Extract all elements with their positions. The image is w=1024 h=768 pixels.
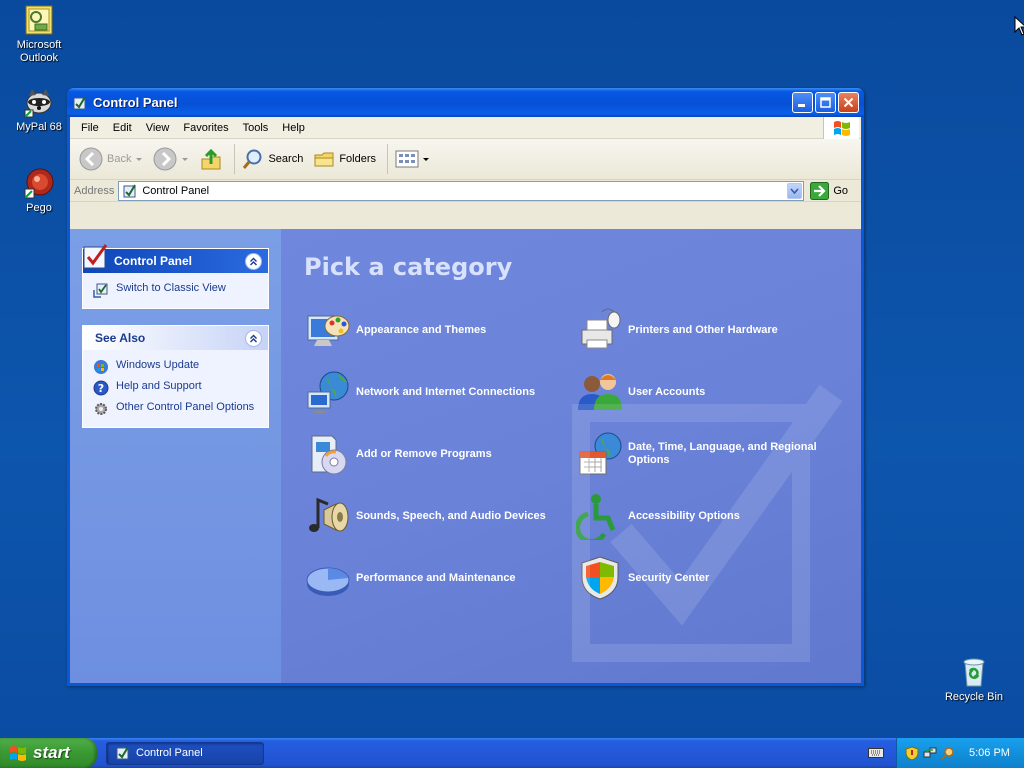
- category-add-remove-programs[interactable]: Add or Remove Programs: [304, 423, 576, 485]
- menu-view[interactable]: View: [139, 122, 177, 134]
- task-pane: Control Panel Switch to Classic View See…: [70, 229, 281, 683]
- desktop-icon-pego[interactable]: Pego: [1, 167, 77, 215]
- control-panel-window: Control Panel File Edit View Favorites T…: [67, 88, 864, 686]
- desktop-icon-mypal[interactable]: MyPal 68: [1, 86, 77, 134]
- content-area: Control Panel Switch to Classic View See…: [70, 229, 861, 683]
- window-client: File Edit View Favorites Tools Help Back…: [70, 117, 861, 683]
- windows-logo-icon: [823, 117, 859, 139]
- views-button[interactable]: [392, 147, 433, 171]
- security-shield-icon[interactable]: [905, 746, 919, 760]
- up-arrow-icon: [201, 148, 221, 170]
- appearance-themes-icon: [307, 315, 350, 346]
- views-icon: [395, 150, 419, 168]
- window-title: Control Panel: [93, 95, 178, 110]
- toolbar: Back Search Folders: [70, 139, 861, 180]
- help-icon: ?: [93, 380, 109, 396]
- back-button[interactable]: Back: [76, 145, 146, 173]
- start-button[interactable]: start: [0, 738, 97, 768]
- recycle-bin-icon: [958, 656, 990, 688]
- category-performance-maintenance[interactable]: Performance and Maintenance: [304, 547, 576, 609]
- taskbar-item-control-panel[interactable]: Control Panel: [106, 741, 264, 765]
- chevron-down-icon: [136, 158, 143, 161]
- title-bar[interactable]: Control Panel: [67, 88, 864, 117]
- address-dropdown-button[interactable]: [787, 182, 803, 199]
- keyboard-icon[interactable]: [868, 746, 884, 760]
- address-bar: Address Control Panel Go: [70, 180, 861, 202]
- close-button[interactable]: [838, 92, 859, 113]
- desktop-icon-recycle-bin[interactable]: Recycle Bin: [936, 656, 1012, 704]
- network-internet-icon: [307, 371, 349, 414]
- address-label: Address: [74, 184, 115, 197]
- minimize-button[interactable]: [792, 92, 813, 113]
- help-support-link[interactable]: ? Help and Support: [93, 380, 258, 396]
- chevron-down-icon: [182, 158, 189, 161]
- windows-update-link[interactable]: Windows Update: [93, 359, 258, 375]
- menu-bar: File Edit View Favorites Tools Help: [70, 117, 861, 139]
- system-tray: 5:06 PM: [896, 738, 1024, 768]
- windows-logo-icon: [10, 746, 26, 761]
- pego-icon: [23, 167, 55, 199]
- menu-edit[interactable]: Edit: [106, 122, 139, 134]
- panel-header-control-panel[interactable]: Control Panel: [83, 244, 268, 273]
- collapse-chevron-icon[interactable]: [245, 329, 262, 347]
- go-arrow-icon: [810, 181, 830, 200]
- control-panel-small-icon: [123, 183, 137, 197]
- menu-tools[interactable]: Tools: [236, 122, 276, 134]
- panel-header-see-also[interactable]: See Also: [83, 326, 268, 350]
- forward-arrow-icon: [153, 147, 177, 171]
- category-appearance-themes[interactable]: Appearance and Themes: [304, 299, 576, 361]
- printers-hardware-icon: [581, 308, 621, 349]
- search-icon[interactable]: [941, 746, 955, 760]
- collapse-chevron-icon[interactable]: [245, 252, 262, 270]
- control-panel-watermark-icon: [572, 384, 843, 662]
- control-panel-small-icon: [72, 95, 88, 111]
- other-control-panel-options-link[interactable]: Other Control Panel Options: [93, 401, 258, 417]
- control-panel-large-icon: [81, 241, 111, 271]
- chevron-down-icon: [423, 158, 430, 161]
- clock[interactable]: 5:06 PM: [969, 747, 1010, 759]
- classic-view-icon: [93, 283, 108, 298]
- folders-button[interactable]: Folders: [310, 146, 379, 172]
- category-network-internet[interactable]: Network and Internet Connections: [304, 361, 576, 423]
- raccoon-icon: [23, 86, 55, 118]
- network-tray-icon[interactable]: [923, 746, 937, 760]
- outlook-icon: [23, 4, 55, 36]
- up-folder-button[interactable]: [196, 145, 226, 173]
- sounds-audio-icon: [309, 497, 349, 532]
- desktop: Microsoft Outlook MyPal 68 Pego Recycle …: [0, 0, 1024, 738]
- back-arrow-icon: [79, 147, 103, 171]
- desktop-icon-outlook[interactable]: Microsoft Outlook: [1, 4, 77, 65]
- search-button[interactable]: Search: [239, 146, 306, 172]
- folders-icon: [314, 152, 334, 167]
- see-also-panel: See Also Windows Update ? Help and Suppo…: [82, 325, 269, 428]
- add-remove-programs-icon: [311, 435, 347, 475]
- address-input[interactable]: Control Panel: [118, 180, 805, 201]
- windows-update-icon: [94, 360, 108, 374]
- page-title: Pick a category: [304, 253, 513, 281]
- performance-maintenance-icon: [306, 567, 350, 596]
- search-icon: [243, 149, 262, 169]
- gear-icon: [95, 403, 107, 415]
- maximize-button[interactable]: [815, 92, 836, 113]
- control-panel-task-panel: Control Panel Switch to Classic View: [82, 244, 269, 309]
- category-view: Pick a category Appearance and Themes Pr…: [281, 229, 861, 683]
- control-panel-small-icon: [116, 746, 129, 760]
- svg-text:?: ?: [98, 382, 104, 395]
- chevron-down-icon: [790, 187, 799, 194]
- switch-classic-view-link[interactable]: Switch to Classic View: [93, 282, 258, 298]
- category-sounds-audio[interactable]: Sounds, Speech, and Audio Devices: [304, 485, 576, 547]
- menu-favorites[interactable]: Favorites: [176, 122, 235, 134]
- menu-help[interactable]: Help: [275, 122, 312, 134]
- go-button[interactable]: Go: [810, 181, 848, 200]
- forward-button[interactable]: [150, 145, 192, 173]
- menu-file[interactable]: File: [74, 122, 106, 134]
- category-printers-hardware[interactable]: Printers and Other Hardware: [576, 299, 848, 361]
